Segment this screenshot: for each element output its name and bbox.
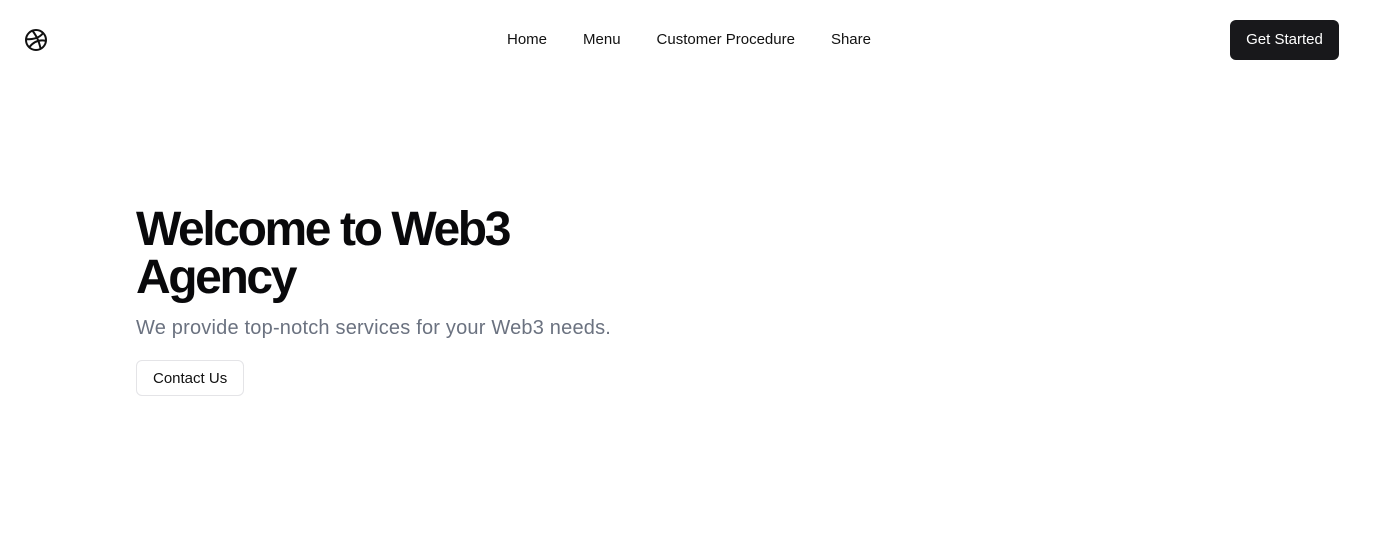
nav-link-share[interactable]: Share <box>831 29 871 51</box>
nav-link-menu[interactable]: Menu <box>583 29 621 51</box>
contact-us-button[interactable]: Contact Us <box>136 360 245 396</box>
main-nav: Home Menu Customer Procedure Share <box>507 29 871 51</box>
dribbble-ball-icon[interactable] <box>24 28 48 52</box>
hero-title: Welcome to Web3 Agency <box>136 203 511 304</box>
nav-link-customer-procedure[interactable]: Customer Procedure <box>657 29 795 51</box>
hero-subtitle: We provide top-notch services for your W… <box>136 317 612 339</box>
hero-section: Welcome to Web3 Agency We provide top-no… <box>136 206 756 396</box>
get-started-button[interactable]: Get Started <box>1230 20 1339 60</box>
nav-link-home[interactable]: Home <box>507 29 547 51</box>
site-header: Home Menu Customer Procedure Share Get S… <box>0 0 1376 80</box>
